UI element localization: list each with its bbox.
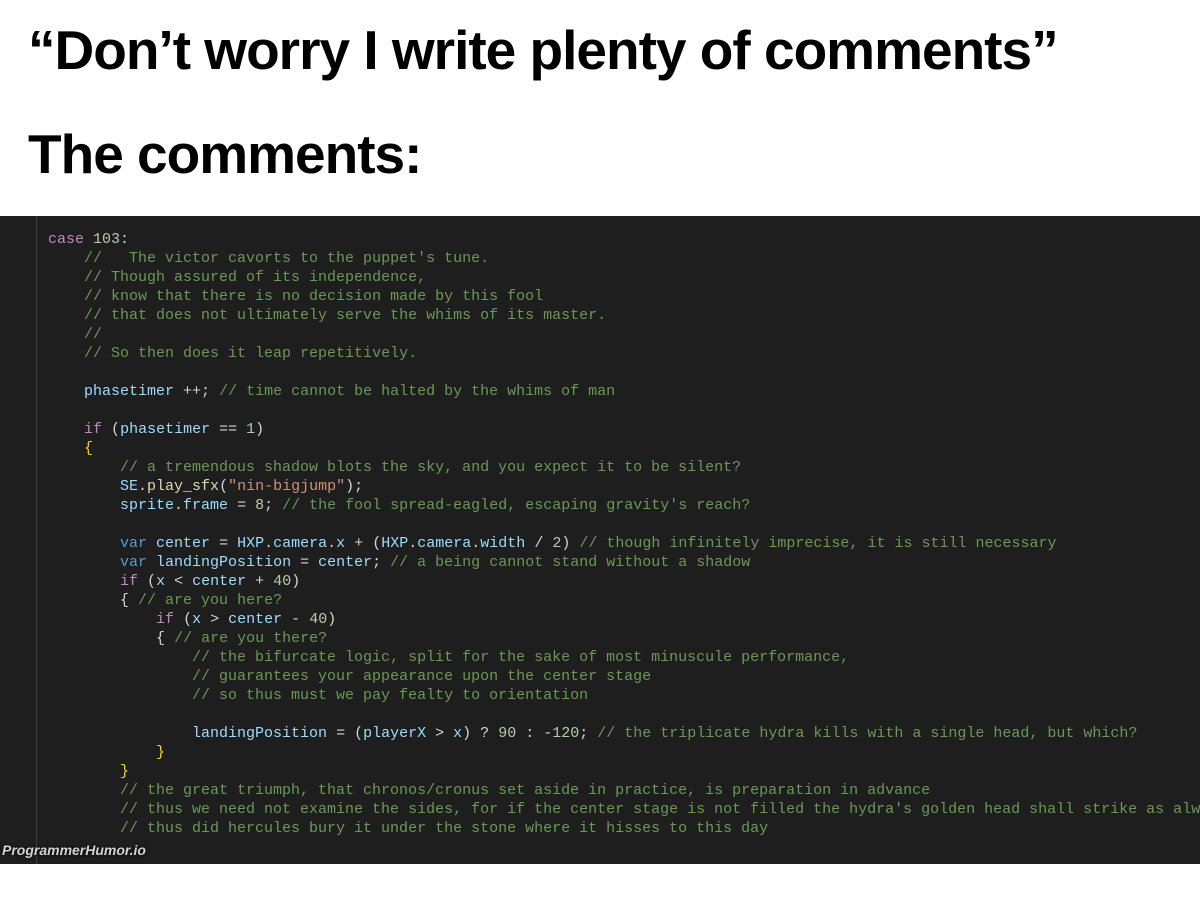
id: phasetimer bbox=[120, 421, 210, 438]
num: 40 bbox=[273, 573, 291, 590]
id: x bbox=[336, 535, 345, 552]
comment: // thus did hercules bury it under the s… bbox=[120, 820, 768, 837]
comment: // that does not ultimately serve the wh… bbox=[84, 307, 606, 324]
id: playerX bbox=[363, 725, 426, 742]
comment: // the fool spread-eagled, escaping grav… bbox=[282, 497, 750, 514]
comment: // time cannot be halted by the whims of… bbox=[219, 383, 615, 400]
comment: // thus we need not examine the sides, f… bbox=[120, 801, 1200, 818]
id-SE: SE bbox=[120, 478, 138, 495]
num-1: 1 bbox=[246, 421, 255, 438]
comment: // a being cannot stand without a shadow bbox=[390, 554, 750, 571]
comment: // guarantees your appearance upon the c… bbox=[192, 668, 651, 685]
id-center: center bbox=[156, 535, 210, 552]
code-block: case 103: // The victor cavorts to the p… bbox=[0, 230, 1200, 838]
str-bigjump: "nin-bigjump" bbox=[228, 478, 345, 495]
kw-if: if bbox=[84, 421, 102, 438]
kw-if: if bbox=[120, 573, 138, 590]
id: center bbox=[228, 611, 282, 628]
id: center bbox=[318, 554, 372, 571]
code-editor: case 103: // The victor cavorts to the p… bbox=[0, 216, 1200, 864]
id: x bbox=[192, 611, 201, 628]
id-frame: frame bbox=[183, 497, 228, 514]
comment: // Though assured of its independence, bbox=[84, 269, 426, 286]
comment: // the bifurcate logic, split for the sa… bbox=[192, 649, 849, 666]
id: camera bbox=[417, 535, 471, 552]
id: HXP bbox=[237, 535, 264, 552]
comment: // though infinitely imprecise, it is st… bbox=[579, 535, 1056, 552]
caption-line-2: The comments: bbox=[28, 122, 1172, 186]
num-2: 2 bbox=[552, 535, 561, 552]
num: 120 bbox=[552, 725, 579, 742]
num-103: 103 bbox=[93, 231, 120, 248]
comment: // a tremendous shadow blots the sky, an… bbox=[120, 459, 741, 476]
comment: // So then does it leap repetitively. bbox=[84, 345, 417, 362]
id: x bbox=[453, 725, 462, 742]
comment: // are you there? bbox=[174, 630, 327, 647]
id: landingPosition bbox=[192, 725, 327, 742]
caption-line-1: “Don’t worry I write plenty of comments” bbox=[28, 18, 1172, 82]
comment: // know that there is no decision made b… bbox=[84, 288, 543, 305]
num: 90 bbox=[498, 725, 516, 742]
comment: // so thus must we pay fealty to orienta… bbox=[192, 687, 588, 704]
comment: // The victor cavorts to the puppet's tu… bbox=[84, 250, 489, 267]
id-sprite: sprite bbox=[120, 497, 174, 514]
id-phasetimer: phasetimer bbox=[84, 383, 174, 400]
id: camera bbox=[273, 535, 327, 552]
kw-case: case bbox=[48, 231, 84, 248]
num-8: 8 bbox=[255, 497, 264, 514]
kw-var: var bbox=[120, 535, 147, 552]
id: HXP bbox=[381, 535, 408, 552]
watermark: ProgrammerHumor.io bbox=[2, 841, 146, 860]
comment: // the great triumph, that chronos/cronu… bbox=[120, 782, 930, 799]
id: center bbox=[192, 573, 246, 590]
fn-play-sfx: play_sfx bbox=[147, 478, 219, 495]
id: width bbox=[480, 535, 525, 552]
comment: // bbox=[84, 326, 102, 343]
comment: // the triplicate hydra kills with a sin… bbox=[597, 725, 1137, 742]
kw-if: if bbox=[156, 611, 174, 628]
id: x bbox=[156, 573, 165, 590]
num: 40 bbox=[309, 611, 327, 628]
comment: // are you here? bbox=[138, 592, 282, 609]
id-landingPosition: landingPosition bbox=[156, 554, 291, 571]
kw-var: var bbox=[120, 554, 147, 571]
